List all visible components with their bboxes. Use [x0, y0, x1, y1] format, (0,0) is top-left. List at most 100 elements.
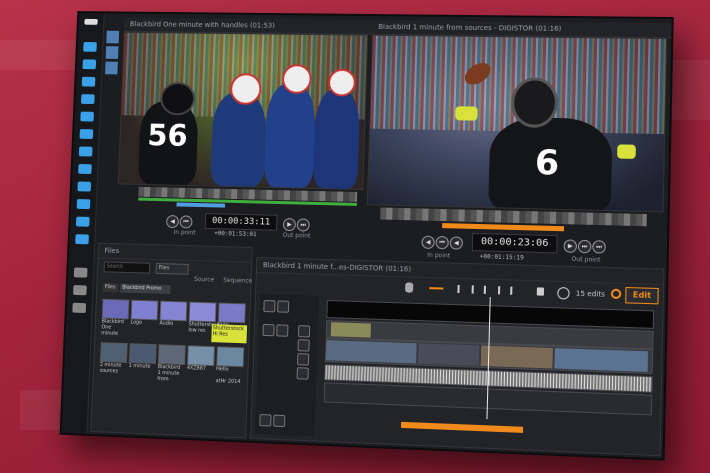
- left-timecode[interactable]: 00:00:33:11: [205, 213, 278, 231]
- right-timecode[interactable]: 00:00:23:06: [472, 233, 558, 254]
- globe-icon[interactable]: [80, 112, 94, 122]
- next-frame-button[interactable]: ⏭: [297, 218, 310, 231]
- ripple-icon[interactable]: [510, 287, 524, 296]
- track-controls: [255, 294, 319, 437]
- rewind-button[interactable]: ⏮: [180, 215, 193, 228]
- facebook-icon[interactable]: [79, 147, 93, 157]
- timeline-clip[interactable]: [331, 322, 371, 337]
- upload-icon[interactable]: [81, 94, 95, 104]
- settings-icon[interactable]: [74, 267, 88, 277]
- add-track-button[interactable]: [259, 414, 271, 427]
- link-icon[interactable]: [77, 199, 91, 209]
- rewind-button[interactable]: ⏮: [435, 236, 448, 249]
- file-label: 4XZ887: [187, 365, 213, 372]
- clip-thumb[interactable]: [158, 344, 186, 365]
- jersey-number: 6: [534, 143, 559, 184]
- folder-icon[interactable]: [77, 182, 91, 192]
- file-label: Shutterstock low res: [188, 321, 214, 334]
- track-toggle[interactable]: [262, 324, 274, 336]
- shutterstock-hi-res-thumb[interactable]: Shutterstock Hi Res: [211, 324, 247, 343]
- folder-thumb[interactable]: [189, 302, 217, 323]
- files-panel-title: Files: [98, 244, 251, 263]
- logo-icon: [84, 19, 97, 25]
- microphone-icon[interactable]: [405, 282, 413, 292]
- help-icon[interactable]: [72, 303, 86, 313]
- youtube-icon[interactable]: [80, 129, 94, 139]
- clip-thumb[interactable]: [187, 345, 215, 366]
- timeline-clip[interactable]: [418, 343, 479, 365]
- home-icon[interactable]: [83, 42, 97, 52]
- file-label: Blackbird One minute: [101, 318, 127, 337]
- prev-frame-button[interactable]: ◀: [421, 236, 434, 249]
- edit-button[interactable]: Edit: [625, 287, 659, 304]
- bin-tile[interactable]: [106, 31, 119, 44]
- file-label: atHr 2014: [216, 378, 242, 385]
- tab-files[interactable]: Files: [103, 283, 119, 292]
- edits-count: 15 edits: [576, 290, 605, 299]
- folder-thumb[interactable]: [131, 300, 159, 321]
- tab-blackbird-promo[interactable]: Blackbird Promo: [120, 284, 170, 294]
- share-icon[interactable]: [82, 59, 96, 69]
- left-selection-bar[interactable]: [176, 202, 225, 207]
- audio-toggle[interactable]: [297, 353, 309, 365]
- player-blue: [313, 89, 361, 189]
- next-frame-button[interactable]: ⏭: [578, 240, 592, 254]
- prev-frame-button[interactable]: ◀: [166, 215, 179, 228]
- track-toggle[interactable]: [276, 324, 288, 336]
- play-button[interactable]: ▶: [283, 218, 296, 231]
- timeline-panel: Blackbird 1 minute f...es-DIGISTOR (01:1…: [250, 257, 664, 456]
- timeline-clip[interactable]: [326, 340, 417, 363]
- folder-thumb[interactable]: [102, 299, 130, 320]
- lock-icon[interactable]: [537, 287, 544, 295]
- track-toggle[interactable]: [277, 300, 289, 312]
- overwrite-icon[interactable]: [484, 286, 500, 295]
- in-point-label: In point: [427, 252, 450, 260]
- files-search-input[interactable]: Search: [104, 261, 151, 273]
- timeline-clip[interactable]: [481, 346, 553, 369]
- left-offset-timecode: +00:01:53:01: [214, 230, 257, 238]
- glove: [455, 106, 478, 120]
- mail-icon[interactable]: [76, 217, 90, 227]
- file-label: Hello: [216, 366, 242, 373]
- end-button[interactable]: ⏭: [592, 240, 606, 254]
- track-toggle[interactable]: [263, 300, 275, 312]
- folder-thumb[interactable]: [218, 303, 246, 324]
- glove: [617, 144, 636, 159]
- folder-thumb[interactable]: [160, 301, 188, 322]
- bin-tile[interactable]: [106, 46, 119, 59]
- right-offset-timecode: +00:01:15:19: [480, 253, 524, 261]
- clip-thumb[interactable]: [100, 342, 128, 363]
- out-point-label: Out point: [571, 256, 600, 264]
- timeline-clip[interactable]: [554, 348, 648, 372]
- track-toggle[interactable]: [273, 415, 285, 428]
- audio-toggle[interactable]: [297, 367, 309, 379]
- right-video-frame[interactable]: 6: [367, 35, 667, 213]
- file-label: 1 minute: [129, 363, 154, 370]
- in-point-label: In point: [173, 229, 195, 236]
- sequence-checkbox[interactable]: Sequence: [223, 277, 252, 285]
- timeline-range-bar[interactable]: [401, 422, 523, 433]
- insert-icon[interactable]: [457, 285, 473, 294]
- out-point-label: Out point: [283, 232, 311, 240]
- source-checkbox[interactable]: Source: [194, 276, 214, 284]
- user-icon[interactable]: [73, 285, 87, 295]
- bin-tile[interactable]: [105, 62, 118, 75]
- vimeo-icon[interactable]: [78, 164, 92, 174]
- split-icon[interactable]: [429, 287, 443, 289]
- audio-toggle[interactable]: [297, 339, 309, 351]
- files-filter-select[interactable]: Files: [156, 263, 189, 275]
- files-panel: Files Search Files Source Sequence Files…: [90, 243, 252, 439]
- bin-tiles: [105, 31, 120, 78]
- twitter-icon[interactable]: [82, 77, 96, 87]
- undo-icon[interactable]: [611, 289, 622, 300]
- clip-thumb[interactable]: [216, 346, 244, 367]
- jersey-number: 56: [147, 119, 188, 154]
- stream-icon[interactable]: [75, 234, 89, 244]
- audio-toggle[interactable]: [298, 325, 310, 337]
- file-label: Audio: [159, 320, 184, 327]
- play-button[interactable]: ▶: [563, 239, 577, 253]
- right-selection-bar[interactable]: [442, 223, 564, 231]
- clip-thumb[interactable]: [129, 343, 157, 364]
- step-back-button[interactable]: ◀: [450, 236, 463, 249]
- left-video-frame[interactable]: 56: [118, 32, 368, 190]
